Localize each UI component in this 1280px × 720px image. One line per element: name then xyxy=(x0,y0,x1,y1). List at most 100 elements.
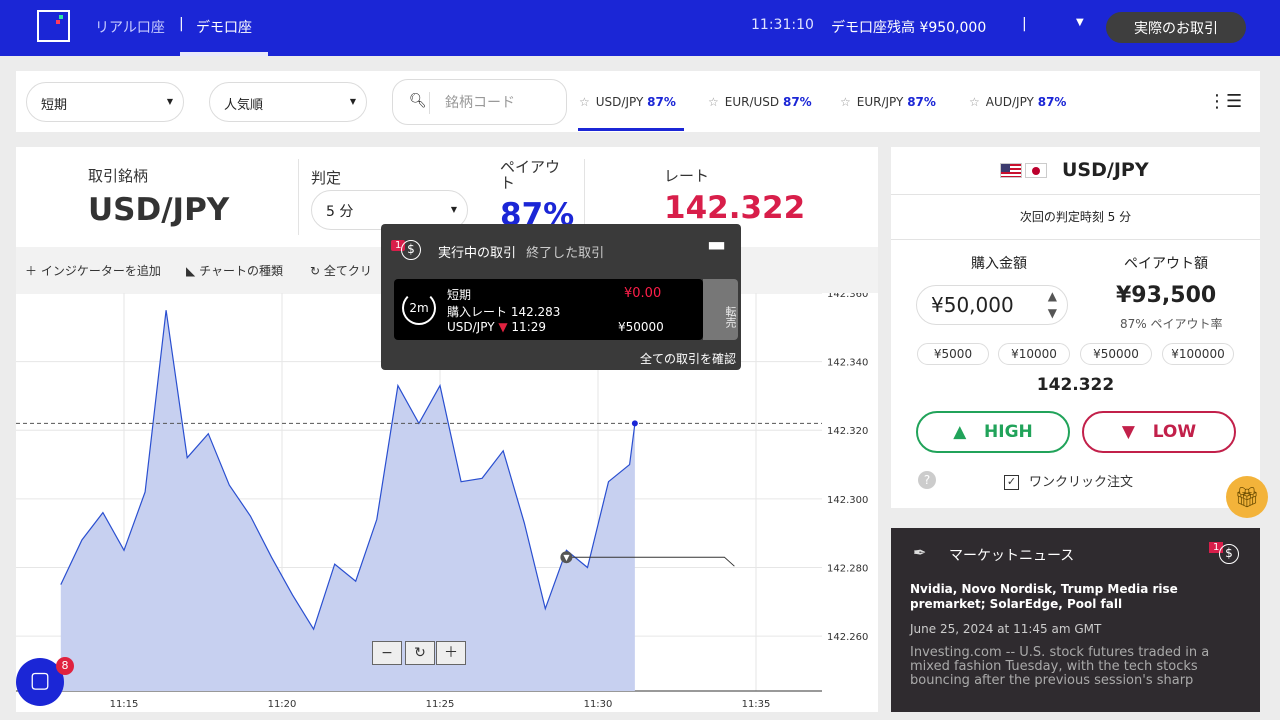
symbol-label: 取引銘柄 xyxy=(88,167,149,185)
account-tab-real[interactable]: リアル口座 xyxy=(95,17,165,37)
minimize-icon[interactable]: ▬ xyxy=(707,232,726,256)
next-expiry: 次回の判定時刻 5 分 xyxy=(1019,210,1132,224)
payout-label: ペイアウト xyxy=(500,158,561,192)
resell-button[interactable]: 転売 xyxy=(703,279,738,340)
symbol-search: 🔍︎ xyxy=(392,79,567,125)
chart-type-icon: ◣ xyxy=(186,264,196,278)
add-indicator-button[interactable]: ＋ インジケーターを追加 xyxy=(25,262,161,279)
quick-amount-10000[interactable]: ¥10000 xyxy=(998,343,1070,365)
pair-tab-audjpy[interactable]: ☆ AUD/JPY 87% xyxy=(969,95,1066,109)
trade-pnl: ¥0.00 xyxy=(624,286,662,301)
zoom-out-button[interactable]: − xyxy=(372,641,402,665)
real-trade-button[interactable]: 実際のお取引 xyxy=(1106,12,1246,43)
expiry-value: 5 分 xyxy=(326,204,354,220)
current-rate: 142.322 xyxy=(1036,375,1115,395)
star-icon[interactable]: ☆ xyxy=(579,95,590,109)
pair-tab-eurusd[interactable]: ☆ EUR/USD 87% xyxy=(708,95,812,109)
zoom-in-button[interactable]: ＋ xyxy=(436,641,466,665)
brand-logo[interactable] xyxy=(37,10,70,42)
expiry-label: 判定 xyxy=(311,169,342,187)
refresh-icon: ↻ xyxy=(310,264,321,278)
us-flag-icon xyxy=(1000,163,1022,178)
tab-active-trades[interactable]: 実行中の取引 xyxy=(438,246,516,261)
trade-panel: USD/JPY 次回の判定時刻 5 分 購入金額 ペイアウト額 ¥50,000 … xyxy=(891,147,1260,508)
active-account-indicator xyxy=(180,52,268,56)
search-icon[interactable]: 🔍︎ xyxy=(409,93,427,109)
payout-amount-label: ペイアウト額 xyxy=(1124,256,1208,272)
payout-amount: ¥93,500 xyxy=(1116,283,1217,308)
y-tick-label: 142.360 xyxy=(827,293,868,300)
news-title: マーケットニュース xyxy=(949,548,1075,564)
view-all-trades-link[interactable]: 全ての取引を確認 xyxy=(640,350,736,367)
y-tick-label: 142.280 xyxy=(827,563,868,574)
feather-icon: ✒ xyxy=(913,543,927,562)
x-tick-label: 11:25 xyxy=(426,699,455,710)
account-tab-demo[interactable]: デモ口座 xyxy=(196,17,252,37)
y-tick-label: 142.300 xyxy=(827,495,868,506)
down-arrow-icon: ▼ xyxy=(498,320,508,334)
clock: 11:31:10 xyxy=(751,17,814,33)
rate-value: 142.322 xyxy=(664,190,806,226)
filter-bar: 短期 ▼ 人気順 ▼ 🔍︎ ☆USD/JPY 87% ☆EUR/USD 87% … xyxy=(16,71,1260,132)
y-tick-label: 142.260 xyxy=(827,632,868,643)
entry-down-icon: ▼ xyxy=(563,553,570,562)
star-icon[interactable]: ☆ xyxy=(840,95,851,109)
zoom-reset-button[interactable]: ↻ xyxy=(405,641,435,665)
rate-label: レート xyxy=(664,167,710,185)
term-select-value: 短期 xyxy=(41,98,68,113)
chevron-down-icon: ▼ xyxy=(450,205,457,214)
trade-pair: USD/JPY xyxy=(1062,159,1149,181)
quick-amount-100000[interactable]: ¥100000 xyxy=(1162,343,1234,365)
menu-icon[interactable]: ⋮☰ xyxy=(1208,91,1242,112)
news-date: June 25, 2024 at 11:45 am GMT xyxy=(910,622,1102,636)
header-separator: | xyxy=(1022,16,1027,32)
checkbox-checked-icon: ✓ xyxy=(1004,475,1019,490)
quick-amount-5000[interactable]: ¥5000 xyxy=(917,343,989,365)
symbol-value: USD/JPY xyxy=(88,192,230,228)
demo-balance: デモ口座残高 ¥950,000 xyxy=(831,20,987,36)
tab-closed-trades[interactable]: 終了した取引 xyxy=(526,246,604,261)
high-button[interactable]: ▲ HIGH xyxy=(916,411,1070,453)
active-pair-indicator xyxy=(578,128,684,131)
trade-timer: 2m xyxy=(402,291,436,325)
amount-label: 購入金額 xyxy=(971,256,1027,272)
search-input[interactable] xyxy=(445,92,555,114)
x-tick-label: 11:15 xyxy=(110,699,139,710)
account-dropdown-icon[interactable]: ▼ xyxy=(1076,17,1084,28)
chart-type-button[interactable]: ◣ チャートの種類 xyxy=(186,262,283,279)
trade-term: 短期 xyxy=(447,288,472,302)
trade-coin-icon: $ xyxy=(401,240,421,260)
one-click-toggle[interactable]: ✓ ワンクリック注文 xyxy=(1004,471,1133,490)
trade-entry-rate: 購入レート 142.283 xyxy=(447,305,561,319)
gift-icon[interactable]: 🎁︎ xyxy=(1226,476,1268,518)
star-icon[interactable]: ☆ xyxy=(708,95,719,109)
amount-value: ¥50,000 xyxy=(931,293,1014,317)
quick-amount-50000[interactable]: ¥50000 xyxy=(1080,343,1152,365)
term-select[interactable]: 短期 ▼ xyxy=(26,82,184,122)
y-tick-label: 142.340 xyxy=(827,358,868,369)
news-body: Investing.com -- U.S. stock futures trad… xyxy=(910,645,1210,688)
trade-card: 2m 短期 購入レート 142.283 USD/JPY ▼ 11:29 ¥0.0… xyxy=(394,279,703,340)
clear-all-button[interactable]: ↻ 全てクリ xyxy=(310,262,372,279)
payout-rate: 87% ペイアウト率 xyxy=(1120,317,1223,331)
x-tick-label: 11:20 xyxy=(268,699,297,710)
x-tick-label: 11:30 xyxy=(584,699,613,710)
triangle-up-icon: ▲ xyxy=(953,422,967,442)
help-icon[interactable]: ? xyxy=(918,471,936,489)
pair-tab-usdjpy[interactable]: ☆ USD/JPY 87% xyxy=(579,95,676,109)
market-news-panel: ✒ マーケットニュース 1 $ Nvidia, Novo Nordisk, Tr… xyxy=(891,528,1260,712)
chevron-down-icon: ▼ xyxy=(166,97,173,106)
star-icon[interactable]: ☆ xyxy=(969,95,980,109)
trade-amount: ¥50000 xyxy=(618,320,664,334)
top-header: リアル口座 | デモ口座 11:31:10 デモ口座残高 ¥950,000 | … xyxy=(0,0,1280,56)
open-trades-popup: 1 $ 実行中の取引 終了した取引 ▬ 2m 短期 購入レート 142.283 … xyxy=(381,224,741,370)
chat-badge: 8 xyxy=(56,657,74,675)
sort-select[interactable]: 人気順 ▼ xyxy=(209,82,367,122)
amount-input[interactable]: ¥50,000 ▲ ▼ xyxy=(916,285,1068,325)
amount-stepper-icon[interactable]: ▲ ▼ xyxy=(1048,288,1057,322)
x-tick-label: 11:35 xyxy=(742,699,771,710)
trade-coin-icon[interactable]: $ xyxy=(1219,544,1239,564)
pair-tab-eurjpy[interactable]: ☆ EUR/JPY 87% xyxy=(840,95,936,109)
low-button[interactable]: ▼ LOW xyxy=(1082,411,1236,453)
news-headline[interactable]: Nvidia, Novo Nordisk, Trump Media rise p… xyxy=(910,582,1240,612)
